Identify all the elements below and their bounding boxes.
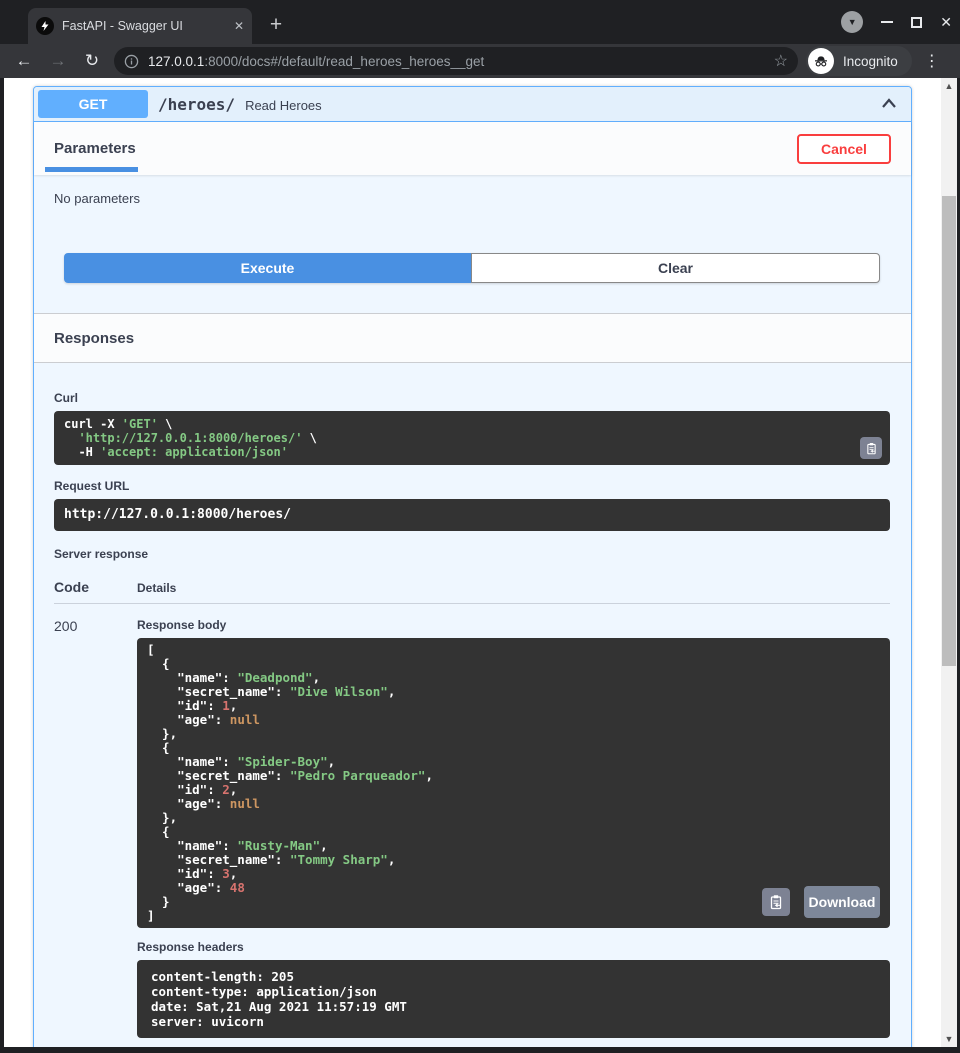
browser-window: FastAPI - Swagger UI ✕ + ▼ ✕ ← → ↻ 127.0… bbox=[0, 0, 960, 1053]
curl-command-code: curl -X 'GET' \ 'http://127.0.0.1:8000/h… bbox=[64, 417, 880, 459]
copy-curl-button[interactable] bbox=[860, 437, 882, 459]
tab-search-button[interactable]: ▼ bbox=[841, 11, 863, 33]
curl-label: Curl bbox=[54, 391, 890, 405]
url-text: 127.0.0.1:8000/docs#/default/read_heroes… bbox=[148, 54, 766, 69]
bookmark-star-icon[interactable]: ☆ bbox=[774, 51, 788, 71]
server-response-label: Server response bbox=[54, 547, 890, 561]
parameters-header: Parameters Cancel bbox=[34, 122, 911, 175]
code-column-header: Code bbox=[54, 579, 137, 595]
response-body-label: Response body bbox=[137, 618, 890, 632]
download-button[interactable]: Download bbox=[804, 886, 880, 918]
tab-parameters[interactable]: Parameters bbox=[54, 140, 136, 157]
address-bar[interactable]: 127.0.0.1:8000/docs#/default/read_heroes… bbox=[114, 47, 798, 75]
responses-heading: Responses bbox=[54, 330, 134, 347]
browser-toolbar: ← → ↻ 127.0.0.1:8000/docs#/default/read_… bbox=[0, 44, 960, 78]
request-url-value: http://127.0.0.1:8000/heroes/ bbox=[54, 499, 890, 531]
cancel-button[interactable]: Cancel bbox=[797, 134, 891, 164]
tab-close-icon[interactable]: ✕ bbox=[234, 19, 244, 33]
responses-body: Curl curl -X 'GET' \ 'http://127.0.0.1:8… bbox=[34, 391, 911, 1047]
no-parameters-text: No parameters bbox=[34, 175, 911, 206]
browser-titlebar: FastAPI - Swagger UI ✕ + ▼ ✕ bbox=[0, 0, 960, 44]
curl-command-block: curl -X 'GET' \ 'http://127.0.0.1:8000/h… bbox=[54, 411, 890, 465]
execute-button[interactable]: Execute bbox=[64, 253, 471, 283]
browser-menu-icon[interactable]: ⋮ bbox=[924, 51, 940, 71]
responses-header: Responses bbox=[34, 313, 911, 363]
incognito-label: Incognito bbox=[843, 54, 898, 69]
request-url-label: Request URL bbox=[54, 479, 890, 493]
response-row-200: 200 Response body [ { "name": "Deadpond"… bbox=[54, 618, 890, 1038]
endpoint-summary: Read Heroes bbox=[245, 96, 879, 113]
response-body-block: [ { "name": "Deadpond", "secret_name": "… bbox=[137, 638, 890, 928]
response-body-json: [ { "name": "Deadpond", "secret_name": "… bbox=[147, 643, 880, 923]
details-column-header: Details bbox=[137, 581, 176, 595]
opblock-summary[interactable]: GET /heroes/ Read Heroes bbox=[34, 87, 911, 122]
forward-button[interactable]: → bbox=[48, 51, 68, 71]
endpoint-path: /heroes/ bbox=[158, 95, 235, 114]
status-code: 200 bbox=[54, 618, 137, 1038]
maximize-button[interactable] bbox=[911, 17, 922, 28]
clear-button[interactable]: Clear bbox=[471, 253, 880, 283]
close-window-button[interactable]: ✕ bbox=[940, 14, 952, 31]
page-scrollbar[interactable]: ▲ ▼ bbox=[941, 78, 957, 1047]
back-button[interactable]: ← bbox=[14, 51, 34, 71]
copy-response-button[interactable] bbox=[762, 888, 790, 916]
tab-title: FastAPI - Swagger UI bbox=[62, 19, 228, 33]
minimize-button[interactable] bbox=[881, 21, 893, 23]
scrollbar-thumb[interactable] bbox=[942, 196, 956, 666]
execute-row: Execute Clear bbox=[64, 253, 880, 283]
reload-button[interactable]: ↻ bbox=[82, 51, 102, 71]
opblock-get-heroes: GET /heroes/ Read Heroes Parameters Canc… bbox=[33, 86, 912, 1047]
browser-tab[interactable]: FastAPI - Swagger UI ✕ bbox=[28, 8, 252, 44]
response-headers-text: content-length: 205 content-type: applic… bbox=[151, 969, 876, 1029]
new-tab-button[interactable]: + bbox=[262, 12, 290, 40]
response-table-header: Code Details bbox=[54, 579, 890, 604]
parameters-tab-underline bbox=[45, 167, 138, 172]
method-badge: GET bbox=[38, 90, 148, 118]
scroll-down-icon[interactable]: ▼ bbox=[941, 1034, 957, 1044]
swagger-page: GET /heroes/ Read Heroes Parameters Canc… bbox=[4, 78, 941, 1047]
scroll-up-icon[interactable]: ▲ bbox=[941, 81, 957, 91]
collapse-chevron-icon[interactable] bbox=[879, 94, 899, 114]
incognito-icon bbox=[808, 48, 834, 74]
fastapi-favicon-icon bbox=[36, 17, 54, 35]
incognito-badge: Incognito bbox=[806, 46, 912, 76]
site-info-icon[interactable] bbox=[124, 54, 139, 69]
response-headers-block: content-length: 205 content-type: applic… bbox=[137, 960, 890, 1038]
response-headers-label: Response headers bbox=[137, 940, 890, 954]
